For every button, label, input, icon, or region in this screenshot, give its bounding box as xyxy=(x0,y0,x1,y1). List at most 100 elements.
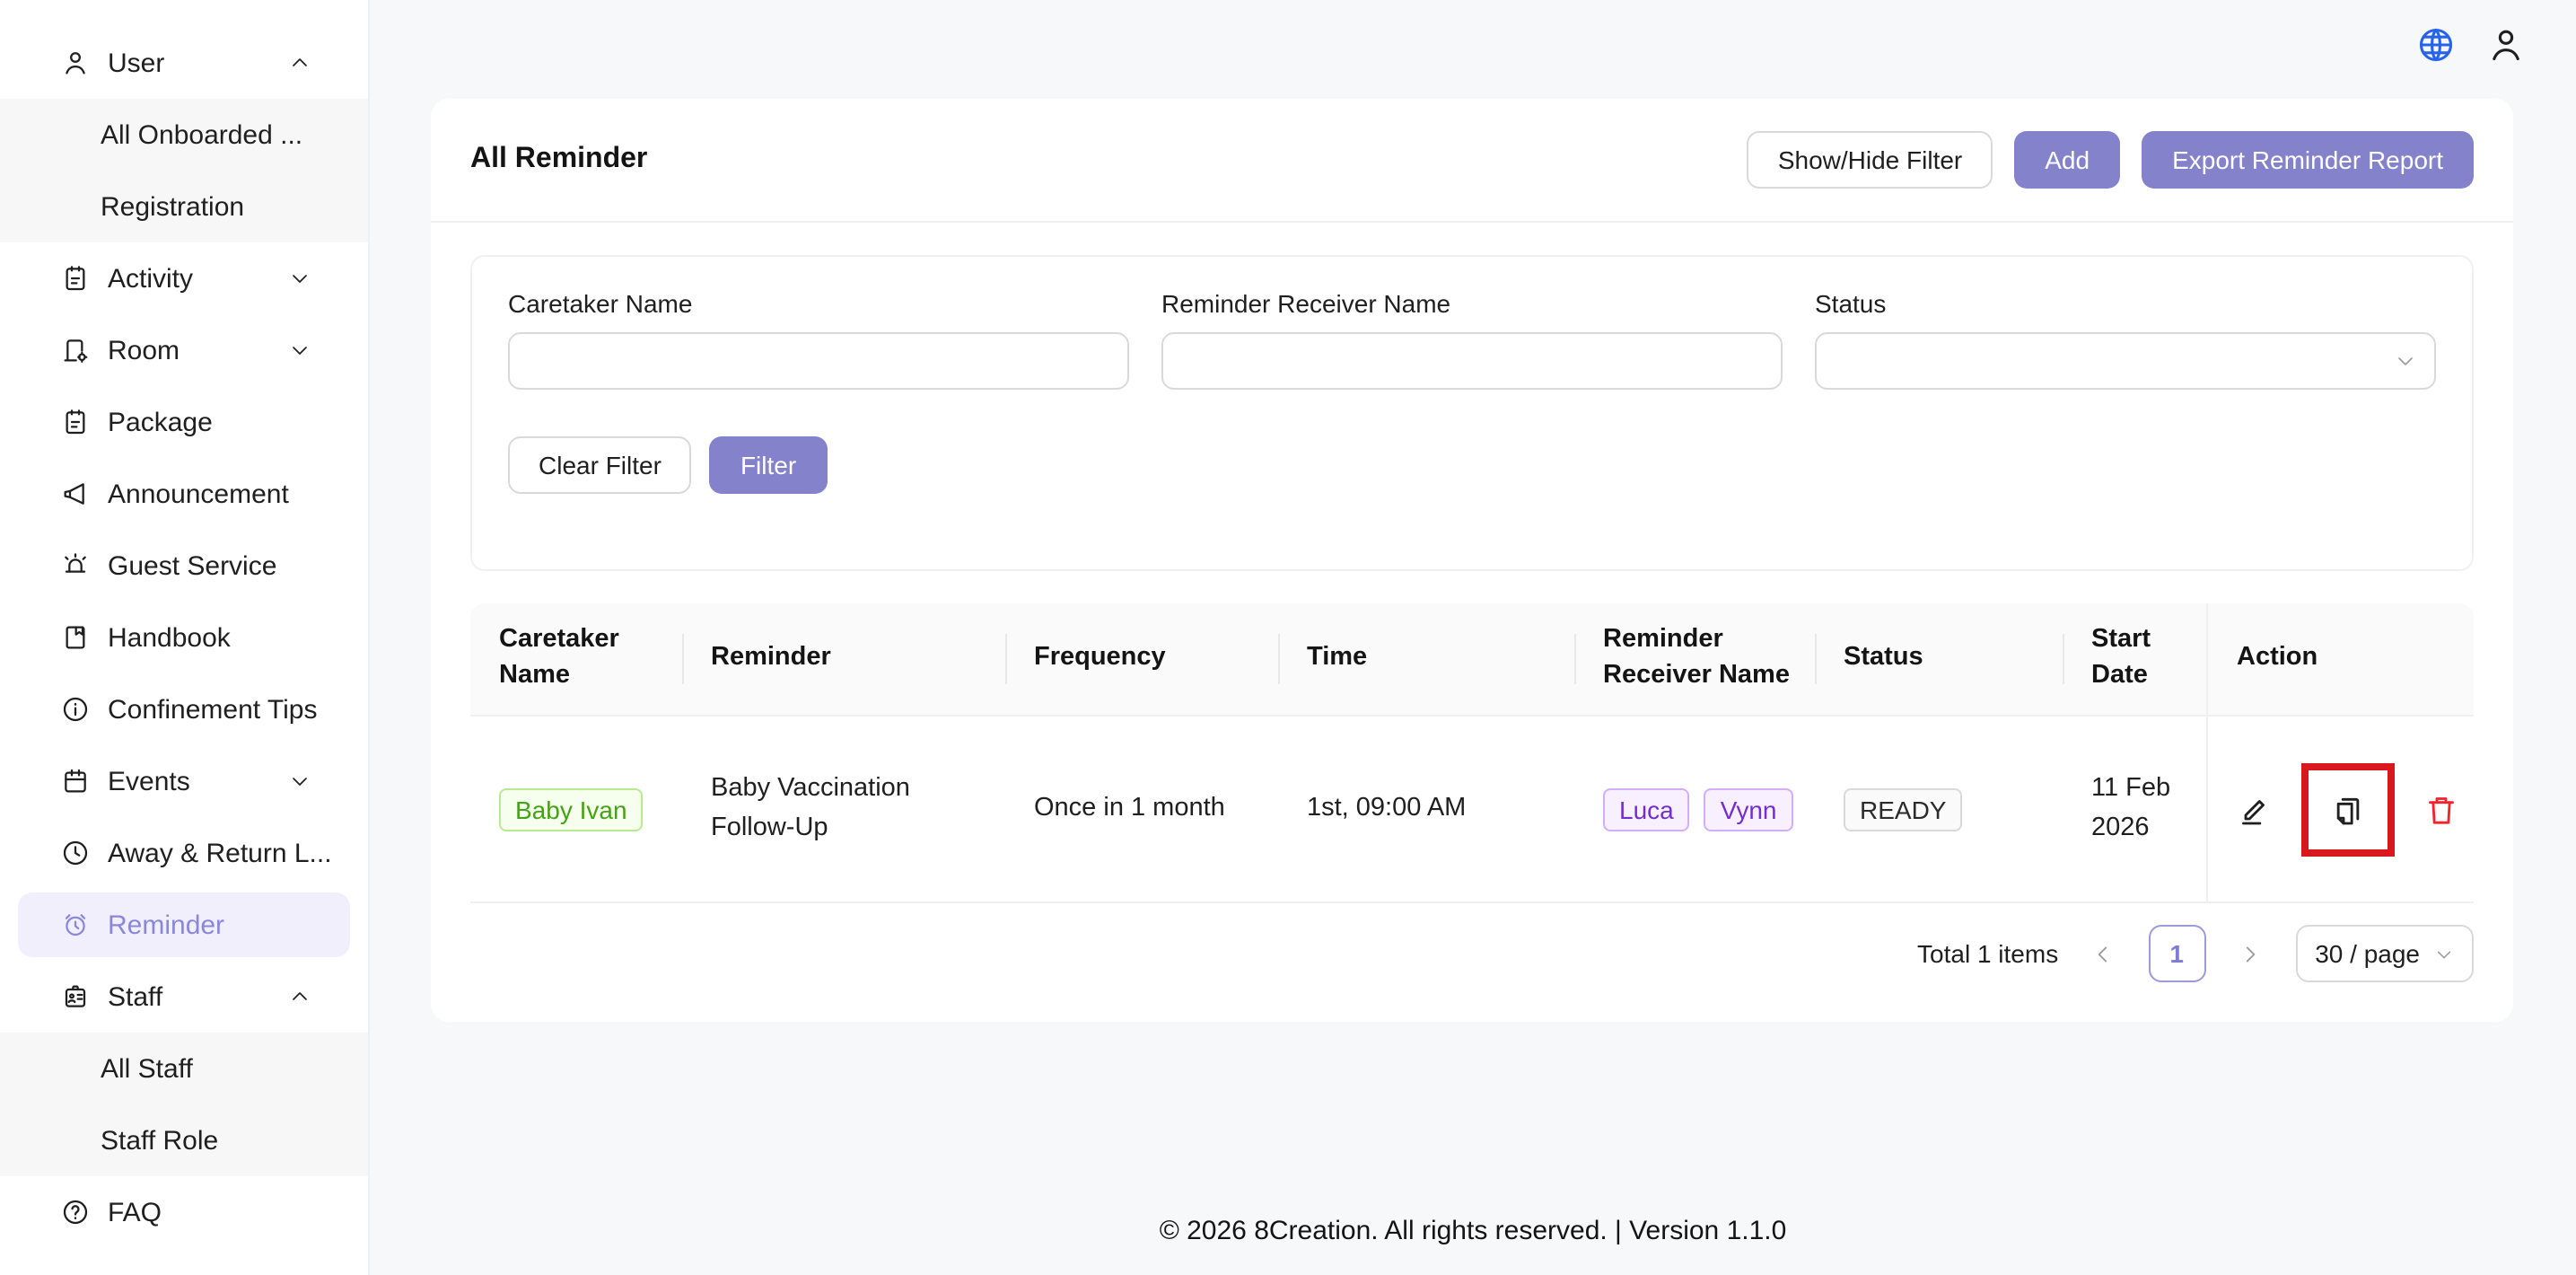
receiver-tag: Vynn xyxy=(1704,787,1793,831)
reminder-receiver-name-input[interactable] xyxy=(1161,332,1783,390)
filter-label: Status xyxy=(1815,289,2436,318)
clock-icon xyxy=(61,839,90,867)
chevron-down-icon xyxy=(289,770,311,792)
status-cell: READY xyxy=(1815,717,2063,901)
annotation-highlight-box xyxy=(2301,762,2395,856)
edit-icon[interactable] xyxy=(2237,791,2273,827)
profile-icon[interactable] xyxy=(2486,25,2526,65)
card-header: All Reminder Show/Hide Filter Add Export… xyxy=(470,128,2474,192)
chevron-down-icon xyxy=(2434,944,2454,963)
chevron-down-icon xyxy=(289,339,311,361)
start-date-cell: 11 Feb 2026 xyxy=(2063,717,2206,901)
table-header-row: Caretaker Name Reminder Frequency Time R… xyxy=(470,603,2474,717)
column-header-receiver-name: Reminder Receiver Name xyxy=(1574,603,1815,715)
sidebar-item-faq[interactable]: FAQ xyxy=(0,1176,368,1248)
receiver-tag: Luca xyxy=(1603,787,1690,831)
chevron-down-icon xyxy=(289,268,311,289)
filter-field-receiver-name: Reminder Receiver Name xyxy=(1161,289,1783,390)
topbar xyxy=(370,0,2576,90)
header-actions: Show/Hide Filter Add Export Reminder Rep… xyxy=(1748,131,2474,189)
sidebar-item-events[interactable]: Events xyxy=(0,745,368,817)
sidebar-item-room[interactable]: Room xyxy=(0,314,368,386)
sidebar-item-label: Staff xyxy=(108,981,162,1012)
events-icon xyxy=(61,767,90,796)
sidebar-item-label: Package xyxy=(108,407,213,437)
filter-field-status: Status xyxy=(1815,289,2436,390)
footer-text: © 2026 8Creation. All rights reserved. |… xyxy=(370,1216,2576,1246)
sidebar-item-staff-role[interactable]: Staff Role xyxy=(0,1104,368,1176)
sidebar-item-label: Away & Return L... xyxy=(108,838,332,868)
column-header-action: Action xyxy=(2206,603,2474,715)
sidebar-item-activity[interactable]: Activity xyxy=(0,242,368,314)
sidebar-item-registration[interactable]: Registration xyxy=(0,171,368,242)
sidebar-item-label: Announcement xyxy=(108,479,289,509)
sidebar-item-label: Activity xyxy=(108,263,193,294)
sidebar-item-away-return[interactable]: Away & Return L... xyxy=(0,817,368,889)
sidebar-item-reminder[interactable]: Reminder xyxy=(18,892,350,957)
sidebar-item-label: Handbook xyxy=(108,622,231,653)
reminder-cell: Baby Vaccination Follow-Up xyxy=(682,717,1005,901)
sidebar-submenu-user: All Onboarded ... Registration xyxy=(0,99,368,242)
faq-icon xyxy=(61,1198,90,1227)
column-header-frequency: Frequency xyxy=(1005,603,1278,715)
next-page-icon[interactable] xyxy=(2227,930,2274,977)
sidebar-item-all-onboarded[interactable]: All Onboarded ... xyxy=(0,99,368,171)
chevron-up-icon xyxy=(289,986,311,1007)
filter-fields: Caretaker Name Reminder Receiver Name St… xyxy=(508,289,2436,390)
caretaker-name-input[interactable] xyxy=(508,332,1129,390)
sidebar-item-confinement-tips[interactable]: Confinement Tips xyxy=(0,673,368,745)
filter-actions: Clear Filter Filter xyxy=(508,436,2436,494)
announcement-icon xyxy=(61,479,90,508)
table-row: Baby Ivan Baby Vaccination Follow-Up Onc… xyxy=(470,717,2474,903)
chevron-down-icon xyxy=(2395,350,2416,372)
guest-service-icon xyxy=(61,551,90,580)
filter-panel: Caretaker Name Reminder Receiver Name St… xyxy=(470,255,2474,571)
filter-label: Caretaker Name xyxy=(508,289,1129,318)
status-badge: READY xyxy=(1844,787,1962,831)
copy-icon[interactable] xyxy=(2330,791,2366,827)
page-size-value: 30 / page xyxy=(2315,939,2420,968)
room-icon xyxy=(61,336,90,365)
show-hide-filter-button[interactable]: Show/Hide Filter xyxy=(1748,131,1993,189)
sidebar-item-label: Reminder xyxy=(108,910,224,940)
app-root: User All Onboarded ... Registration Acti… xyxy=(0,0,2576,1275)
page-title: All Reminder xyxy=(470,144,647,176)
sidebar-item-announcement[interactable]: Announcement xyxy=(0,458,368,530)
prev-page-icon[interactable] xyxy=(2080,930,2126,977)
column-header-start-date: Start Date xyxy=(2063,603,2206,715)
filter-label: Reminder Receiver Name xyxy=(1161,289,1783,318)
sidebar-item-all-staff[interactable]: All Staff xyxy=(0,1033,368,1104)
sidebar-item-handbook[interactable]: Handbook xyxy=(0,602,368,673)
reminder-table: Caretaker Name Reminder Frequency Time R… xyxy=(470,603,2474,903)
sidebar-item-user[interactable]: User xyxy=(0,27,368,99)
page-size-select[interactable]: 30 / page xyxy=(2295,925,2474,982)
pagination-total: Total 1 items xyxy=(1917,939,2058,968)
sidebar-item-guest-service[interactable]: Guest Service xyxy=(0,530,368,602)
package-icon xyxy=(61,408,90,436)
confinement-tips-icon xyxy=(61,695,90,724)
column-header-status: Status xyxy=(1815,603,2063,715)
caretaker-tag: Baby Ivan xyxy=(499,787,644,831)
sidebar-item-package[interactable]: Package xyxy=(0,386,368,458)
clear-filter-button[interactable]: Clear Filter xyxy=(508,436,692,494)
frequency-cell: Once in 1 month xyxy=(1005,717,1278,901)
add-button[interactable]: Add xyxy=(2014,131,2120,189)
main-content: All Reminder Show/Hide Filter Add Export… xyxy=(370,0,2576,1275)
filter-field-caretaker-name: Caretaker Name xyxy=(508,289,1129,390)
page-number-button[interactable]: 1 xyxy=(2148,925,2205,982)
time-cell: 1st, 09:00 AM xyxy=(1278,717,1574,901)
sidebar-item-staff[interactable]: Staff xyxy=(0,961,368,1033)
delete-icon[interactable] xyxy=(2423,791,2459,827)
user-icon xyxy=(61,48,90,77)
column-header-caretaker-name: Caretaker Name xyxy=(470,603,682,715)
status-select[interactable] xyxy=(1815,332,2436,390)
pagination: Total 1 items 1 30 / page xyxy=(470,925,2474,982)
sidebar-item-label: Events xyxy=(108,766,190,796)
globe-icon[interactable] xyxy=(2416,25,2456,65)
export-reminder-report-button[interactable]: Export Reminder Report xyxy=(2142,131,2474,189)
filter-button[interactable]: Filter xyxy=(710,436,827,494)
sidebar-submenu-staff: All Staff Staff Role xyxy=(0,1033,368,1176)
activity-icon xyxy=(61,264,90,293)
sidebar-item-label: User xyxy=(108,48,164,78)
staff-icon xyxy=(61,982,90,1011)
